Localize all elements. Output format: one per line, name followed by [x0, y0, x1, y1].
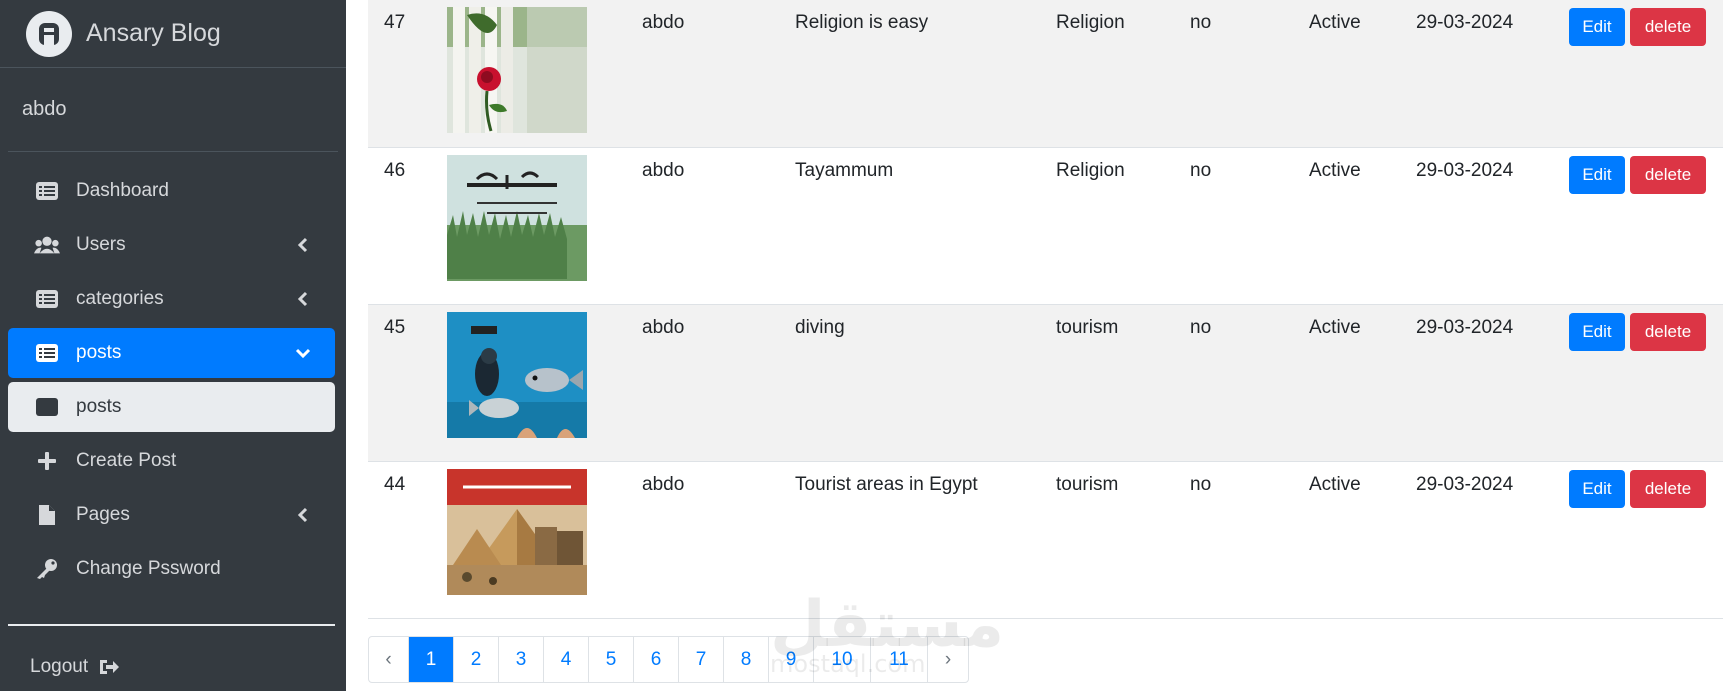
post-author: abdo [642, 474, 685, 495]
edit-button[interactable]: Edit [1569, 156, 1625, 194]
main-content: 47 abdo Religion is easy Religion no Active 29… [346, 0, 1723, 691]
delete-button[interactable]: delete [1630, 8, 1706, 46]
post-author: abdo [642, 317, 685, 338]
pagination-page[interactable]: 2 [454, 637, 499, 682]
sign-out-icon [98, 658, 120, 676]
pagination-next[interactable]: › [928, 637, 968, 682]
post-id: 44 [384, 474, 406, 495]
brand[interactable]: Ansary Blog [0, 0, 346, 68]
logout-label: Logout [30, 656, 89, 677]
pagination-page[interactable]: 3 [499, 637, 544, 682]
sidebar-item-categories[interactable]: categories [8, 274, 335, 324]
sidebar-item-users[interactable]: Users [8, 220, 335, 270]
post-thumbnail [447, 7, 587, 133]
sidebar-item-label: Pages [76, 504, 130, 525]
post-status: Active [1309, 474, 1361, 495]
sidebar-item-posts[interactable]: posts [8, 328, 335, 378]
sidebar-item-label: Dashboard [76, 180, 169, 201]
sidebar-item-label: categories [76, 288, 164, 309]
table-row: 45 abdo diving tourism no Active 29-03-2024 Edi… [368, 305, 1723, 462]
sidebar-item-label: Users [76, 234, 126, 255]
pagination-page[interactable]: 1 [409, 637, 454, 682]
post-author: abdo [642, 12, 685, 33]
table-row: 44 abdo Tourist areas in Egypt tourism no Act… [368, 462, 1723, 619]
post-favorite: no [1190, 160, 1212, 181]
pagination-page[interactable]: 5 [589, 637, 634, 682]
post-title: Tourist areas in Egypt [795, 474, 978, 495]
chevron-left-icon [293, 505, 313, 525]
post-date: 29-03-2024 [1416, 160, 1514, 181]
post-id: 45 [384, 317, 406, 338]
posts-table: 47 abdo Religion is easy Religion no Active 29… [368, 0, 1723, 619]
pagination-page[interactable]: 8 [724, 637, 769, 682]
sidebar-item-label: posts [76, 342, 122, 363]
post-title: Religion is easy [795, 12, 929, 33]
post-author: abdo [642, 160, 685, 181]
sidebar-item-dashboard[interactable]: Dashboard [8, 166, 335, 216]
post-id: 47 [384, 12, 406, 33]
post-title: Tayammum [795, 160, 894, 181]
table-row: 47 abdo Religion is easy Religion no Active 29… [368, 0, 1723, 148]
pagination-prev[interactable]: ‹ [369, 637, 409, 682]
table-row: 46 abdo Tayammum Religion no Active 29-03-2024… [368, 148, 1723, 305]
chevron-left-icon [293, 235, 313, 255]
logout-link[interactable]: Logout [30, 656, 120, 678]
post-status: Active [1309, 317, 1361, 338]
post-status: Active [1309, 12, 1361, 33]
user-name[interactable]: abdo [8, 68, 338, 152]
sidebar-item-posts-sub[interactable]: posts [8, 382, 335, 432]
chevron-left-icon [293, 289, 313, 309]
users-icon [34, 233, 60, 257]
brand-name: Ansary Blog [86, 19, 221, 47]
post-category: Religion [1056, 12, 1125, 33]
post-status: Active [1309, 160, 1361, 181]
delete-button[interactable]: delete [1630, 313, 1706, 351]
sidebar-item-create-post[interactable]: Create Post [8, 436, 335, 486]
sidebar-item-label: Create Post [76, 450, 177, 471]
edit-button[interactable]: Edit [1569, 470, 1625, 508]
pagination-page[interactable]: 9 [769, 637, 814, 682]
post-date: 29-03-2024 [1416, 474, 1514, 495]
pagination-page[interactable]: 6 [634, 637, 679, 682]
post-date: 29-03-2024 [1416, 12, 1514, 33]
post-favorite: no [1190, 474, 1212, 495]
post-id: 46 [384, 160, 406, 181]
list-icon [34, 341, 60, 365]
sidebar-nav: Dashboard Users categories posts posts Create… [8, 166, 335, 598]
file-icon [34, 503, 60, 527]
post-category: Religion [1056, 160, 1125, 181]
sidebar-divider [8, 624, 335, 626]
sidebar-item-label: posts [76, 396, 122, 417]
post-thumbnail [447, 469, 587, 595]
delete-button[interactable]: delete [1630, 470, 1706, 508]
pagination: ‹ 1 2 3 4 5 6 7 8 9 10 11 › [368, 636, 969, 683]
list-icon [34, 395, 60, 419]
list-icon [34, 287, 60, 311]
chevron-down-icon [293, 343, 313, 363]
post-category: tourism [1056, 317, 1119, 338]
key-icon [34, 557, 60, 581]
edit-button[interactable]: Edit [1569, 8, 1625, 46]
pagination-page[interactable]: 10 [814, 637, 871, 682]
delete-button[interactable]: delete [1630, 156, 1706, 194]
list-icon [34, 179, 60, 203]
sidebar-item-pages[interactable]: Pages [8, 490, 335, 540]
post-title: diving [795, 317, 845, 338]
post-category: tourism [1056, 474, 1119, 495]
pagination-page[interactable]: 4 [544, 637, 589, 682]
post-favorite: no [1190, 12, 1212, 33]
brand-logo [26, 10, 72, 57]
post-favorite: no [1190, 317, 1212, 338]
plus-icon [34, 449, 60, 473]
post-thumbnail [447, 155, 587, 281]
sidebar-item-label: Change Pssword [76, 558, 221, 579]
sidebar-item-change-pssword[interactable]: Change Pssword [8, 544, 335, 594]
sidebar: Ansary Blog abdo Dashboard Users categorie… [0, 0, 346, 691]
post-date: 29-03-2024 [1416, 317, 1514, 338]
pagination-page[interactable]: 7 [679, 637, 724, 682]
pagination-page[interactable]: 11 [871, 637, 928, 682]
edit-button[interactable]: Edit [1569, 313, 1625, 351]
post-thumbnail [447, 312, 587, 438]
